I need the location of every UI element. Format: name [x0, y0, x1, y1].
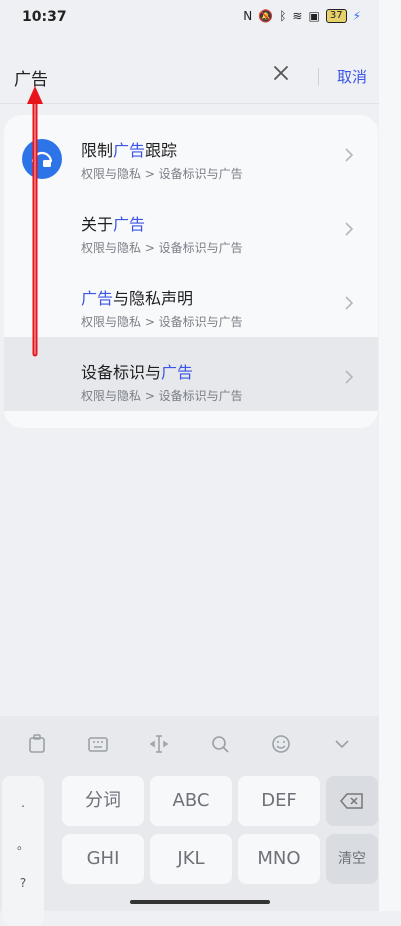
mute-icon: 🔕	[258, 9, 274, 23]
backspace-icon	[340, 793, 363, 809]
result-item-device-id-ads[interactable]: 设备标识与广告 权限与隐私 > 设备标识与广告	[4, 337, 378, 411]
home-indicator[interactable]	[130, 900, 270, 904]
keyboard: . 。 ? 分词 ABC DEF GHI JKL MNO 清空	[0, 716, 379, 926]
search-underline	[0, 103, 379, 104]
search-bar: 广告 取消	[0, 50, 379, 102]
keyboard-icon[interactable]	[86, 732, 110, 756]
results-card: 限制广告跟踪 权限与隐私 > 设备标识与广告 关于广告 权限与隐私 > 设备标识…	[4, 115, 378, 428]
right-edge-strip	[379, 0, 401, 911]
nfc-icon: N	[243, 9, 253, 23]
battery-icon: 37	[325, 9, 347, 23]
search-divider	[318, 68, 319, 86]
result-title: 广告与隐私声明	[81, 289, 194, 308]
clipboard-icon[interactable]	[25, 732, 49, 756]
clear-key[interactable]: 清空	[326, 834, 378, 884]
status-bar: 10:37 N 🔕 ᛒ ≋ ▣ 37 ⚡	[0, 0, 379, 36]
status-icons: N 🔕 ᛒ ≋ ▣ 37 ⚡	[243, 9, 361, 23]
status-time: 10:37	[22, 9, 67, 25]
result-item-limit-ad-tracking[interactable]: 限制广告跟踪 权限与隐私 > 设备标识与广告	[4, 115, 378, 189]
result-path: 权限与隐私 > 设备标识与广告	[81, 167, 243, 181]
key-ghi[interactable]: GHI	[62, 834, 144, 884]
result-path: 权限与隐私 > 设备标识与广告	[81, 241, 243, 255]
sim-icon: ▣	[308, 9, 320, 23]
chevron-right-icon	[345, 222, 354, 236]
result-title: 限制广告跟踪	[81, 141, 178, 160]
key-abc[interactable]: ABC	[150, 776, 232, 826]
result-title: 设备标识与广告	[81, 363, 194, 382]
clear-icon[interactable]	[270, 62, 292, 84]
punct-key[interactable]: ?	[2, 876, 44, 890]
key-def[interactable]: DEF	[238, 776, 320, 826]
result-item-about-ads[interactable]: 关于广告 权限与隐私 > 设备标识与广告	[4, 189, 378, 263]
keyboard-toolbar	[0, 716, 379, 772]
backspace-key[interactable]	[326, 776, 378, 826]
punctuation-column[interactable]: . 。 ?	[2, 776, 44, 926]
punct-key[interactable]: 。	[2, 836, 44, 853]
key-fenci[interactable]: 分词	[62, 776, 144, 826]
charging-icon: ⚡	[352, 9, 361, 23]
collapse-icon[interactable]	[330, 732, 354, 756]
red-arrow-annotation	[27, 86, 43, 357]
emoji-icon[interactable]	[269, 732, 293, 756]
chevron-right-icon	[345, 148, 354, 162]
chevron-right-icon	[345, 370, 354, 384]
result-title: 关于广告	[81, 215, 146, 234]
search-icon[interactable]	[208, 732, 232, 756]
cursor-icon[interactable]	[147, 732, 171, 756]
key-mno[interactable]: MNO	[238, 834, 320, 884]
wifi-icon: ≋	[292, 9, 303, 23]
result-item-ads-privacy-statement[interactable]: 广告与隐私声明 权限与隐私 > 设备标识与广告	[4, 263, 378, 337]
bluetooth-icon: ᛒ	[279, 9, 287, 23]
result-path: 权限与隐私 > 设备标识与广告	[81, 389, 243, 403]
cancel-button[interactable]: 取消	[337, 66, 367, 87]
result-path: 权限与隐私 > 设备标识与广告	[81, 315, 243, 329]
punct-key[interactable]: .	[2, 796, 44, 810]
key-jkl[interactable]: JKL	[150, 834, 232, 884]
chevron-right-icon	[345, 296, 354, 310]
